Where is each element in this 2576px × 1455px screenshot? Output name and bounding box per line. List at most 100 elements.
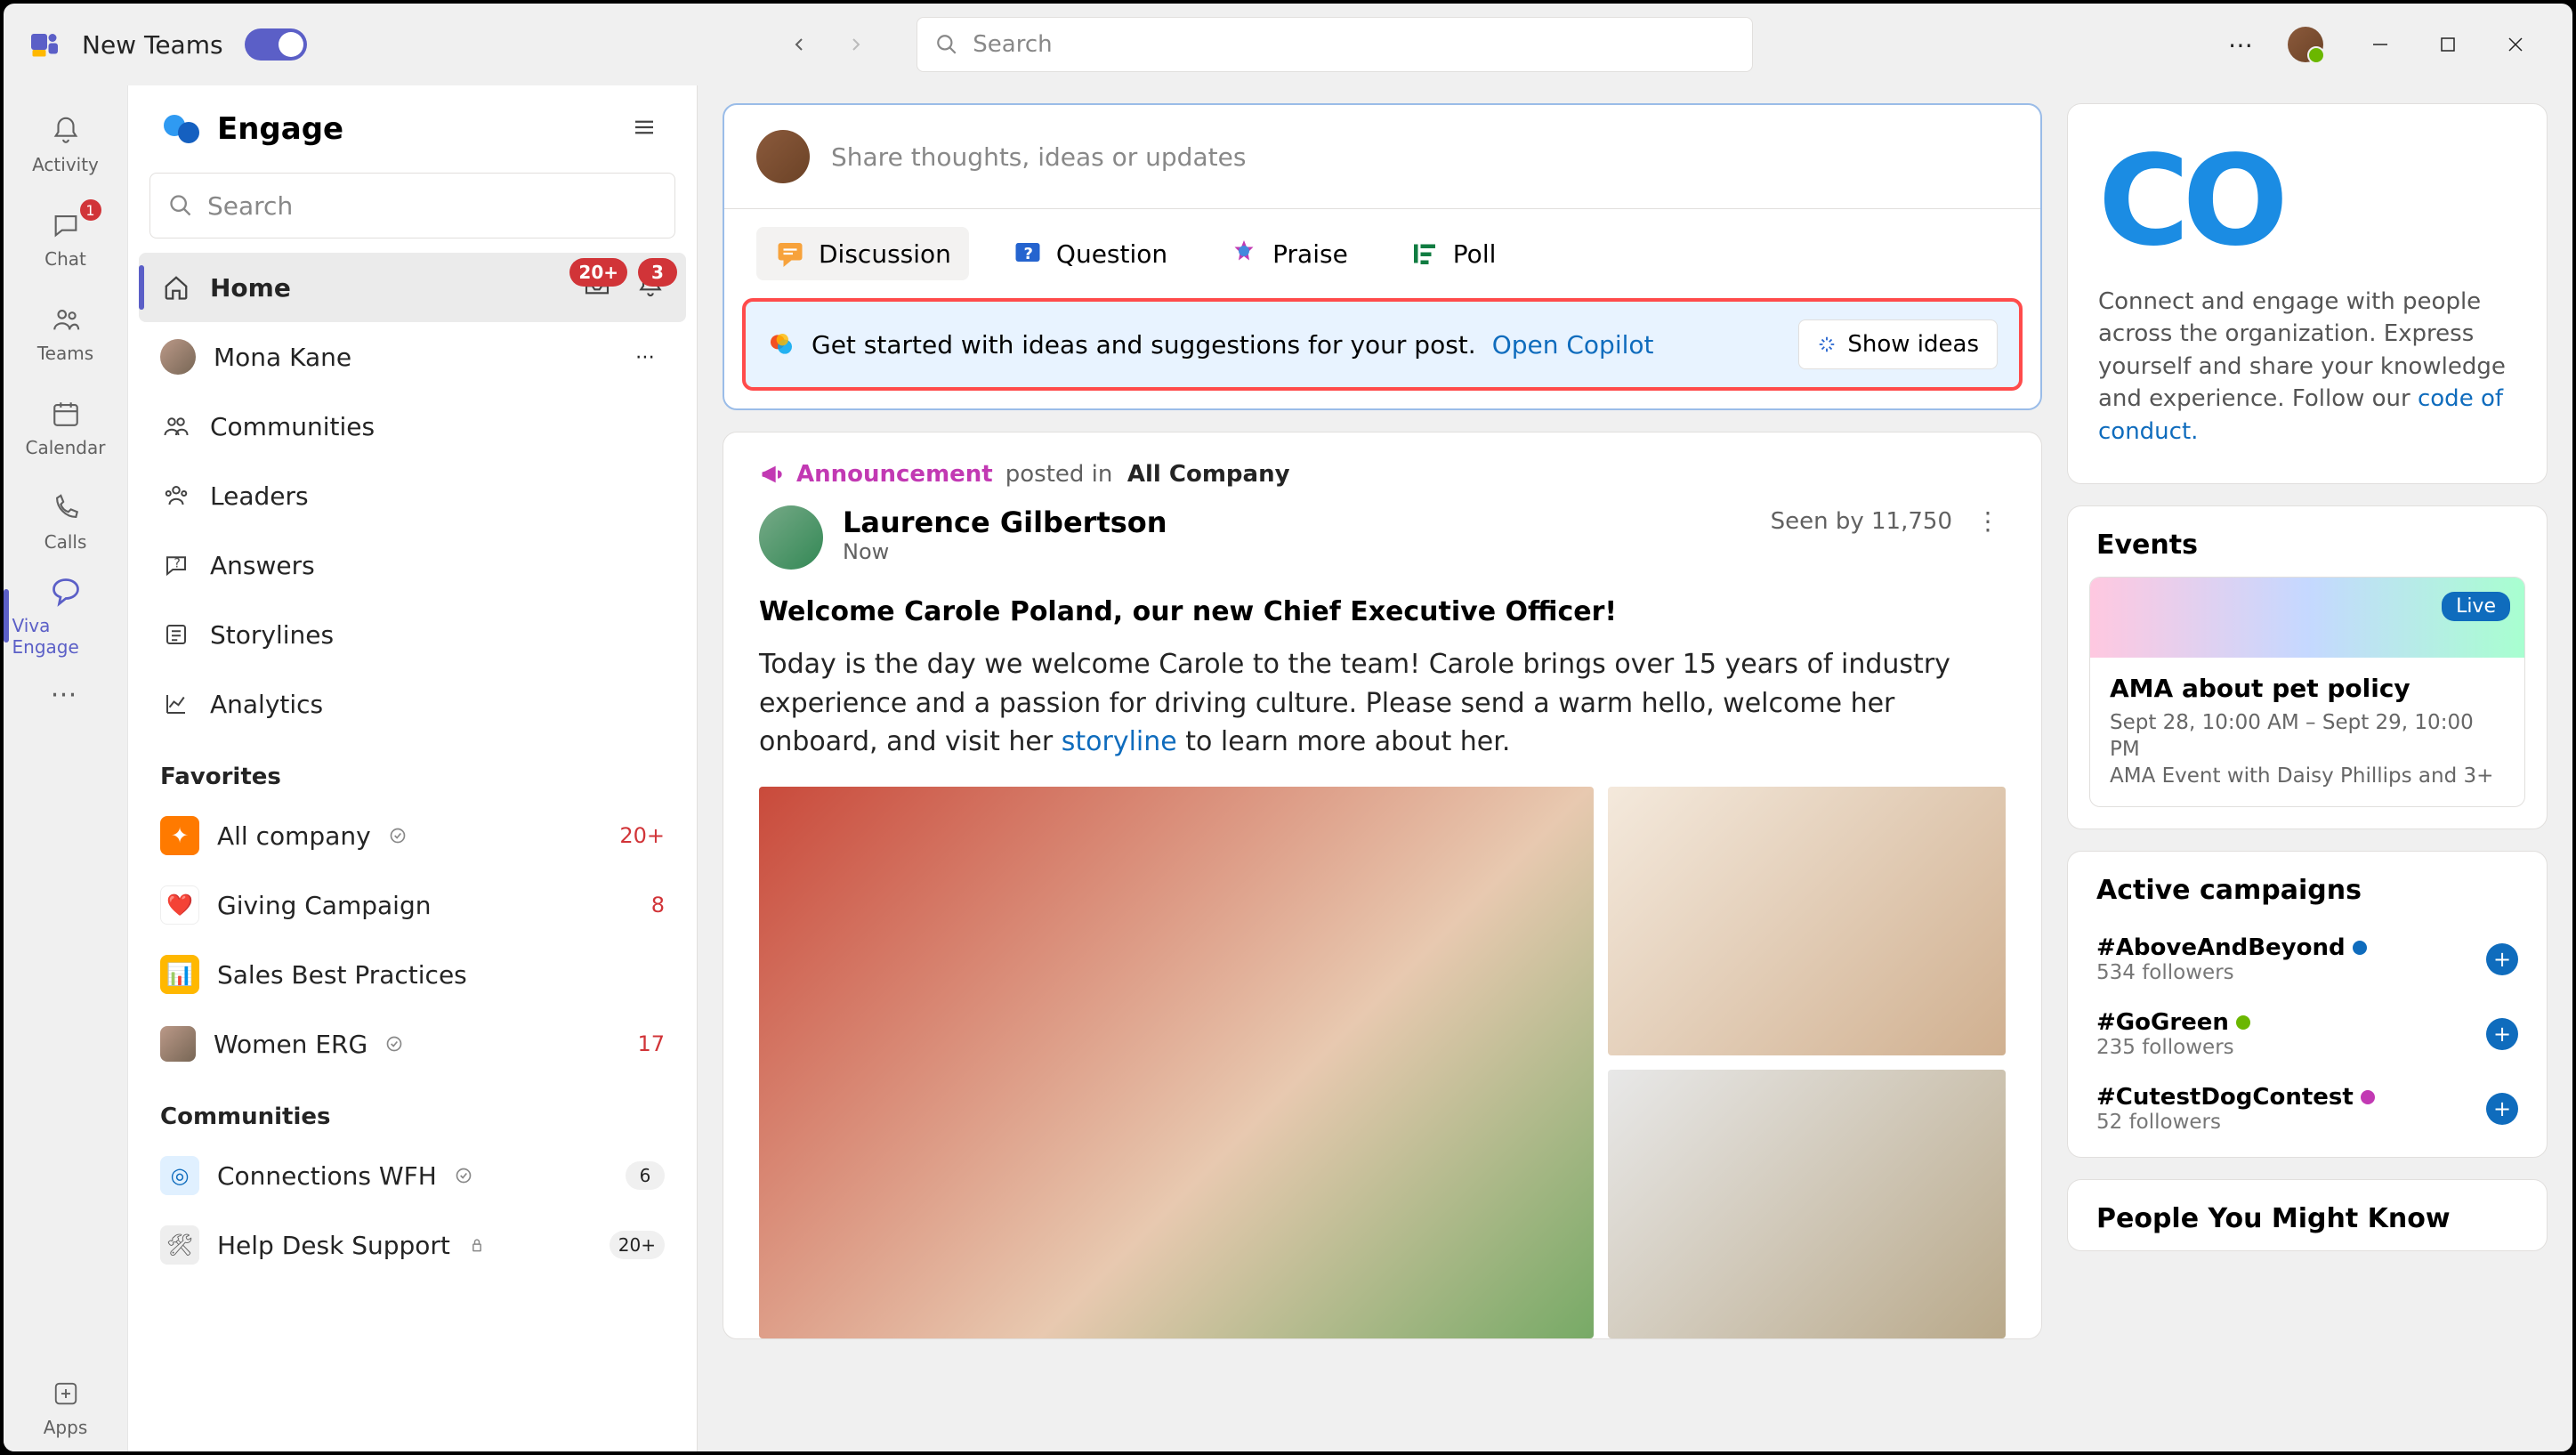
campaign-cutest-dog[interactable]: #CutestDogContest 52 followers + — [2068, 1071, 2547, 1146]
answers-icon: ? — [160, 549, 192, 581]
verified-dot-icon — [2353, 941, 2367, 955]
tab-question[interactable]: ? Question — [994, 227, 1185, 280]
nav-storylines-label: Storylines — [210, 620, 334, 650]
nav-communities-label: Communities — [210, 412, 375, 441]
post-image-3[interactable] — [1608, 1070, 2006, 1338]
tab-label: Question — [1056, 239, 1167, 269]
nav-communities[interactable]: Communities — [139, 392, 686, 461]
bell-badge: 3 — [638, 258, 677, 287]
favorite-women-erg[interactable]: Women ERG 17 — [139, 1009, 686, 1079]
campaign-go-green[interactable]: #GoGreen 235 followers + — [2068, 997, 2547, 1071]
sparkle-icon — [1817, 335, 1837, 354]
author-name[interactable]: Laurence Gilbertson — [843, 505, 1167, 539]
communities-icon — [160, 410, 192, 442]
follow-campaign-button[interactable]: + — [2486, 1093, 2518, 1125]
nav-leaders[interactable]: Leaders — [139, 461, 686, 530]
campaign-tag: #CutestDogContest — [2096, 1084, 2354, 1111]
post-body: Today is the day we welcome Carole to th… — [759, 645, 2006, 762]
follow-campaign-button[interactable]: + — [2486, 1018, 2518, 1050]
engage-search-input[interactable]: Search — [149, 173, 675, 238]
campaigns-card: Active campaigns #AboveAndBeyond 534 fol… — [2067, 851, 2548, 1158]
svg-text:?: ? — [1023, 245, 1032, 263]
user-avatar-icon — [756, 130, 810, 183]
nav-user-label: Mona Kane — [214, 343, 351, 372]
app-title: New Teams — [82, 30, 223, 60]
post-title: Welcome Carole Poland, our new Chief Exe… — [759, 596, 2006, 627]
current-user-avatar[interactable] — [2288, 27, 2323, 62]
favorite-all-company[interactable]: ✦ All company 20+ — [139, 801, 686, 870]
rail-activity[interactable]: Activity — [12, 100, 119, 189]
nav-forward-button[interactable] — [831, 20, 881, 69]
rail-chat-label: Chat — [44, 248, 86, 270]
composer-input[interactable]: Share thoughts, ideas or updates — [724, 105, 2040, 209]
community-connections-wfh[interactable]: ◎ Connections WFH 6 — [139, 1141, 686, 1210]
post-destination[interactable]: All Company — [1127, 461, 1290, 488]
storyline-link[interactable]: storyline — [1062, 726, 1177, 757]
promo-card: CO Connect and engage with people across… — [2067, 103, 2548, 484]
tab-label: Praise — [1272, 239, 1348, 269]
rail-calls[interactable]: Calls — [12, 477, 119, 566]
post-image-1[interactable] — [759, 787, 1594, 1338]
global-search-input[interactable]: Search — [917, 17, 1753, 72]
nav-answers[interactable]: ? Answers — [139, 530, 686, 600]
rail-teams[interactable]: Teams — [12, 288, 119, 377]
tab-discussion[interactable]: Discussion — [756, 227, 969, 280]
window-minimize-button[interactable] — [2348, 23, 2412, 66]
poll-icon — [1409, 238, 1441, 270]
post-time: Now — [843, 539, 1167, 564]
seen-by-count[interactable]: Seen by 11,750 — [1771, 508, 1952, 535]
posted-in-label: posted in — [1005, 461, 1113, 488]
favorite-label: Sales Best Practices — [217, 960, 467, 990]
copilot-text: Get started with ideas and suggestions f… — [812, 330, 1476, 360]
event-time: Sept 28, 10:00 AM – Sept 29, 10:00 PM — [2110, 710, 2505, 764]
event-item[interactable]: Live AMA about pet policy Sept 28, 10:00… — [2089, 577, 2525, 807]
ellipsis-icon: ⋯ — [48, 676, 84, 712]
panel-hamburger-button[interactable] — [624, 107, 665, 151]
inbox-badge: 20+ — [569, 258, 627, 287]
search-icon — [168, 193, 193, 218]
nav-home[interactable]: Home 20+ 3 — [139, 253, 686, 322]
favorite-giving-campaign[interactable]: ❤️ Giving Campaign 8 — [139, 870, 686, 940]
author-avatar[interactable] — [759, 505, 823, 570]
live-badge: Live — [2442, 592, 2510, 621]
title-more-button[interactable]: ⋯ — [2221, 23, 2263, 67]
tab-praise[interactable]: Praise — [1210, 227, 1366, 280]
community-help-desk[interactable]: 🛠 Help Desk Support 20+ — [139, 1210, 686, 1280]
engage-logo-icon — [160, 108, 203, 150]
campaigns-heading: Active campaigns — [2068, 852, 2547, 922]
rail-apps[interactable]: Apps — [12, 1362, 119, 1451]
post-more-button[interactable]: ⋮ — [1970, 505, 2006, 537]
nav-analytics[interactable]: Analytics — [139, 669, 686, 739]
post-image-2[interactable] — [1608, 787, 2006, 1055]
rail-chat[interactable]: 1 Chat — [12, 194, 119, 283]
window-maximize-button[interactable] — [2416, 23, 2480, 66]
nav-storylines[interactable]: Storylines — [139, 600, 686, 669]
rail-calendar[interactable]: Calendar — [12, 383, 119, 472]
engage-side-panel: Engage Search Home 20+ — [128, 85, 698, 1451]
rail-viva-engage[interactable]: Viva Engage — [12, 571, 119, 660]
tab-poll[interactable]: Poll — [1391, 227, 1514, 280]
favorite-label: Giving Campaign — [217, 891, 431, 920]
open-copilot-link[interactable]: Open Copilot — [1492, 330, 1654, 360]
engage-title: Engage — [217, 111, 343, 147]
new-teams-toggle[interactable] — [245, 28, 307, 61]
follow-campaign-button[interactable]: + — [2486, 943, 2518, 975]
campaign-followers: 534 followers — [2096, 961, 2472, 984]
events-card: Events Live AMA about pet policy Sept 28… — [2067, 505, 2548, 829]
inbox-indicator[interactable]: 20+ — [583, 271, 611, 305]
people-card: People You Might Know — [2067, 1179, 2548, 1251]
show-ideas-label: Show ideas — [1847, 331, 1979, 358]
rail-overflow[interactable]: ⋯ — [12, 666, 119, 723]
user-more-button[interactable]: ⋯ — [628, 339, 665, 376]
notifications-indicator[interactable]: 3 — [636, 271, 665, 305]
app-rail: Activity 1 Chat Teams Calendar Calls — [4, 85, 128, 1451]
megaphone-icon — [759, 462, 784, 487]
window-close-button[interactable] — [2483, 23, 2548, 66]
nav-back-button[interactable] — [774, 20, 824, 69]
leaders-icon — [160, 480, 192, 512]
show-ideas-button[interactable]: Show ideas — [1798, 319, 1998, 369]
favorite-sales-best-practices[interactable]: 📊 Sales Best Practices — [139, 940, 686, 1009]
nav-user-profile[interactable]: Mona Kane ⋯ — [139, 322, 686, 392]
campaign-above-and-beyond[interactable]: #AboveAndBeyond 534 followers + — [2068, 922, 2547, 997]
connections-icon: ◎ — [160, 1156, 199, 1195]
